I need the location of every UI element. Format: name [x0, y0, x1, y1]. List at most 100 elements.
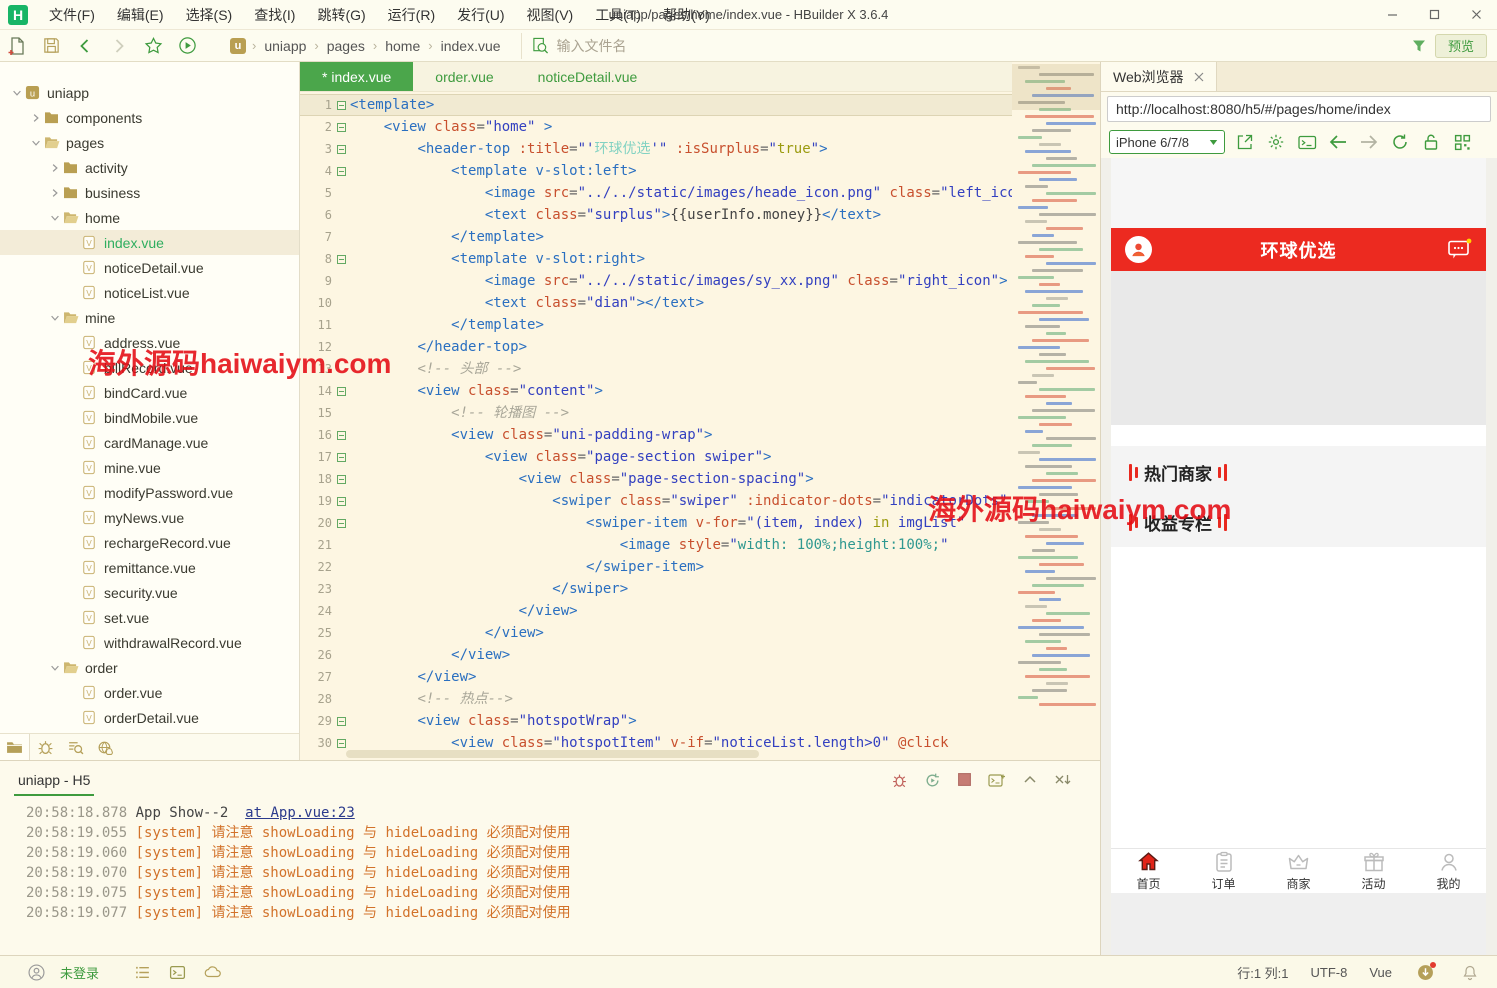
editor-tab-2[interactable]: noticeDetail.vue: [516, 62, 660, 91]
close-icon[interactable]: [1455, 0, 1497, 30]
tree-item-set-vue[interactable]: Vset.vue: [0, 605, 299, 630]
search-panel-icon[interactable]: [60, 734, 90, 761]
open-external-icon[interactable]: [1234, 131, 1256, 153]
tree-item-remittance-vue[interactable]: Vremittance.vue: [0, 555, 299, 580]
editor-tab-1[interactable]: order.vue: [413, 62, 515, 91]
search-input[interactable]: [557, 38, 857, 54]
minimap[interactable]: [1012, 62, 1100, 760]
tree-item-myNews-vue[interactable]: VmyNews.vue: [0, 505, 299, 530]
breadcrumb-item-2[interactable]: home: [383, 38, 422, 54]
url-input[interactable]: [1107, 96, 1491, 122]
message-icon[interactable]: [1447, 238, 1472, 261]
tree-item-index-vue[interactable]: Vindex.vue: [0, 230, 299, 255]
console-icon[interactable]: [1296, 131, 1318, 153]
horizontal-scrollbar[interactable]: [346, 750, 1012, 758]
minimap-viewport[interactable]: [1012, 64, 1100, 110]
fold-icon[interactable]: [332, 380, 350, 402]
restart-icon[interactable]: [924, 772, 941, 789]
menu-item-6[interactable]: 发行(U): [446, 0, 515, 30]
menu-item-2[interactable]: 选择(S): [175, 0, 244, 30]
file-type[interactable]: Vue: [1363, 965, 1398, 980]
new-file-icon[interactable]: [0, 32, 34, 60]
stop-icon[interactable]: [957, 772, 972, 789]
caret-icon[interactable]: [8, 85, 25, 101]
caret-icon[interactable]: [46, 660, 63, 676]
task-list-icon[interactable]: [134, 964, 151, 981]
caret-icon[interactable]: [27, 110, 44, 126]
debug-panel-icon[interactable]: [30, 734, 60, 761]
tree-item-pages[interactable]: pages: [0, 130, 299, 155]
tree-item-rechargeRecord-vue[interactable]: VrechargeRecord.vue: [0, 530, 299, 555]
qrcode-icon[interactable]: [1451, 131, 1473, 153]
encoding[interactable]: UTF-8: [1305, 965, 1354, 980]
remote-panel-icon[interactable]: [90, 734, 120, 761]
tree-item-address-vue[interactable]: Vaddress.vue: [0, 330, 299, 355]
update-icon[interactable]: [1417, 964, 1434, 981]
tree-item-order-vue[interactable]: Vorder.vue: [0, 680, 299, 705]
menu-item-1[interactable]: 编辑(E): [106, 0, 175, 30]
caret-icon[interactable]: [27, 135, 44, 151]
tree-item-mine-vue[interactable]: Vmine.vue: [0, 455, 299, 480]
source-link[interactable]: at App.vue:23: [245, 805, 355, 821]
tree-item-uniapp[interactable]: uuniapp: [0, 80, 299, 105]
fold-icon[interactable]: [332, 710, 350, 732]
tree-item-home[interactable]: home: [0, 205, 299, 230]
tree-item-components[interactable]: components: [0, 105, 299, 130]
editor-tab-0[interactable]: * index.vue: [300, 62, 413, 91]
preview-button[interactable]: 预览: [1435, 34, 1487, 58]
tree-item-withdrawalRecord-vue[interactable]: VwithdrawalRecord.vue: [0, 630, 299, 655]
save-icon[interactable]: [34, 32, 68, 60]
minimize-icon[interactable]: [1371, 0, 1413, 30]
menu-item-3[interactable]: 查找(I): [243, 0, 306, 30]
files-panel-icon[interactable]: [0, 734, 30, 761]
tabbar-me[interactable]: 我的: [1411, 849, 1486, 893]
fold-icon[interactable]: [332, 468, 350, 490]
favorite-star-icon[interactable]: [136, 32, 170, 60]
caret-icon[interactable]: [46, 160, 63, 176]
menu-item-0[interactable]: 文件(F): [38, 0, 106, 30]
avatar[interactable]: [1125, 236, 1152, 263]
tree-item-security-vue[interactable]: Vsecurity.vue: [0, 580, 299, 605]
maximize-icon[interactable]: [1413, 0, 1455, 30]
debug-icon[interactable]: [891, 772, 908, 789]
tabbar-home[interactable]: 首页: [1111, 849, 1186, 893]
nav-forward-icon[interactable]: [1358, 131, 1380, 153]
fold-icon[interactable]: [332, 248, 350, 270]
breadcrumb-item-3[interactable]: index.vue: [439, 38, 503, 54]
nav-back-icon[interactable]: [1327, 131, 1349, 153]
fold-icon[interactable]: [332, 424, 350, 446]
tree-item-mine[interactable]: mine: [0, 305, 299, 330]
device-selector[interactable]: iPhone 6/7/8: [1109, 130, 1225, 154]
cloud-icon[interactable]: [204, 964, 222, 981]
tree-item-cardManage-vue[interactable]: VcardManage.vue: [0, 430, 299, 455]
refresh-icon[interactable]: [1389, 131, 1411, 153]
fold-icon[interactable]: [332, 94, 350, 116]
tree-item-noticeDetail-vue[interactable]: VnoticeDetail.vue: [0, 255, 299, 280]
tree-item-bindCard-vue[interactable]: VbindCard.vue: [0, 380, 299, 405]
menu-item-4[interactable]: 跳转(G): [306, 0, 376, 30]
tabbar-shop[interactable]: 商家: [1261, 849, 1336, 893]
menu-item-5[interactable]: 运行(R): [377, 0, 446, 30]
close-tab-icon[interactable]: [1194, 72, 1204, 82]
caret-icon[interactable]: [46, 310, 63, 326]
tree-item-bindMobile-vue[interactable]: VbindMobile.vue: [0, 405, 299, 430]
filter-icon[interactable]: [1411, 38, 1427, 54]
breadcrumb-item-0[interactable]: uniapp: [262, 38, 308, 54]
tree-item-billRecord-vue[interactable]: VbillRecord.vue: [0, 355, 299, 380]
notification-bell-icon[interactable]: [1462, 964, 1478, 981]
banner-placeholder[interactable]: [1111, 271, 1486, 425]
fold-icon[interactable]: [332, 490, 350, 512]
unlock-icon[interactable]: [1420, 131, 1442, 153]
breadcrumb-item-1[interactable]: pages: [325, 38, 367, 54]
caret-icon[interactable]: [46, 210, 63, 226]
login-status[interactable]: 未登录: [60, 963, 99, 982]
account-icon[interactable]: [28, 964, 45, 981]
fold-icon[interactable]: [332, 138, 350, 160]
tabbar-order[interactable]: 订单: [1186, 849, 1261, 893]
tree-item-business[interactable]: business: [0, 180, 299, 205]
back-icon[interactable]: [68, 32, 102, 60]
tree-item-activity[interactable]: activity: [0, 155, 299, 180]
collapse-icon[interactable]: [1022, 772, 1038, 789]
code-area[interactable]: 1<template>2 <view class="home" >3 <head…: [300, 92, 1012, 754]
forward-icon[interactable]: [102, 32, 136, 60]
